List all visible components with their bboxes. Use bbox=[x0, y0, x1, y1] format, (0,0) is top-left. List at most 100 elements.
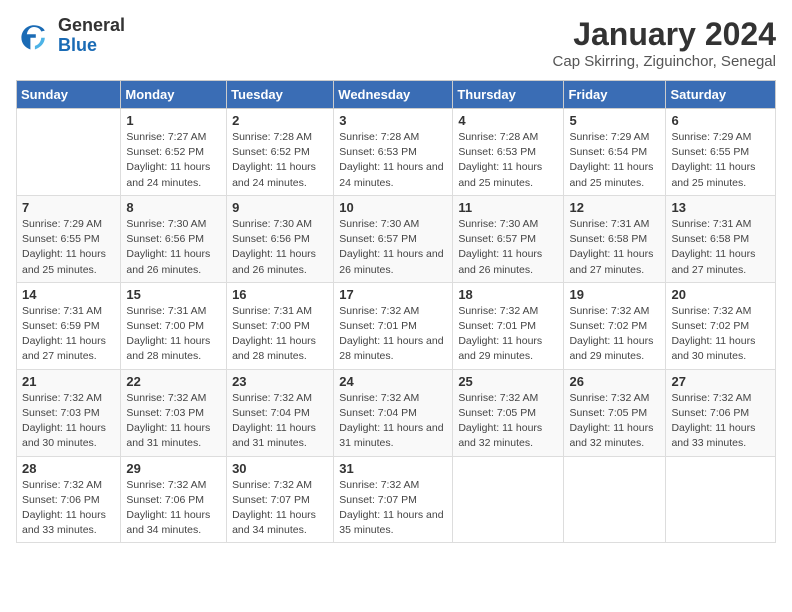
day-detail: Sunrise: 7:32 AM Sunset: 7:06 PM Dayligh… bbox=[22, 478, 115, 539]
day-detail: Sunrise: 7:32 AM Sunset: 7:05 PM Dayligh… bbox=[569, 391, 660, 452]
calendar-cell: 7 Sunrise: 7:29 AM Sunset: 6:55 PM Daylig… bbox=[17, 195, 121, 282]
day-detail: Sunrise: 7:28 AM Sunset: 6:53 PM Dayligh… bbox=[458, 130, 558, 191]
header-wednesday: Wednesday bbox=[334, 81, 453, 109]
logo-blue: Blue bbox=[58, 36, 125, 56]
calendar-cell: 9 Sunrise: 7:30 AM Sunset: 6:56 PM Daylig… bbox=[227, 195, 334, 282]
day-number: 2 bbox=[232, 113, 328, 128]
calendar-cell: 30Sunrise: 7:32 AM Sunset: 7:07 PM Dayli… bbox=[227, 456, 334, 543]
day-number: 14 bbox=[22, 287, 115, 302]
day-detail: Sunrise: 7:30 AM Sunset: 6:57 PM Dayligh… bbox=[339, 217, 447, 278]
day-number: 29 bbox=[126, 461, 221, 476]
calendar-week-row: 7 Sunrise: 7:29 AM Sunset: 6:55 PM Daylig… bbox=[17, 195, 776, 282]
page-title: January 2024 bbox=[553, 16, 776, 53]
header-thursday: Thursday bbox=[453, 81, 564, 109]
day-detail: Sunrise: 7:32 AM Sunset: 7:04 PM Dayligh… bbox=[339, 391, 447, 452]
day-detail: Sunrise: 7:32 AM Sunset: 7:02 PM Dayligh… bbox=[569, 304, 660, 365]
calendar-cell: 14 Sunrise: 7:31 AM Sunset: 6:59 PM Dayli… bbox=[17, 282, 121, 369]
page-subtitle: Cap Skirring, Ziguinchor, Senegal bbox=[553, 53, 776, 70]
day-number: 13 bbox=[671, 200, 770, 215]
day-detail: Sunrise: 7:32 AM Sunset: 7:03 PM Dayligh… bbox=[126, 391, 221, 452]
header-friday: Friday bbox=[564, 81, 666, 109]
calendar-cell bbox=[666, 456, 776, 543]
calendar-cell: 20Sunrise: 7:32 AM Sunset: 7:02 PM Dayli… bbox=[666, 282, 776, 369]
day-detail: Sunrise: 7:29 AM Sunset: 6:55 PM Dayligh… bbox=[22, 217, 115, 278]
calendar-cell: 8Sunrise: 7:30 AM Sunset: 6:56 PM Daylig… bbox=[121, 195, 227, 282]
day-detail: Sunrise: 7:31 AM Sunset: 7:00 PM Dayligh… bbox=[232, 304, 328, 365]
calendar-cell: 16 Sunrise: 7:31 AM Sunset: 7:00 PM Dayli… bbox=[227, 282, 334, 369]
day-detail: Sunrise: 7:31 AM Sunset: 6:58 PM Dayligh… bbox=[671, 217, 770, 278]
calendar-week-row: 1 Sunrise: 7:27 AM Sunset: 6:52 PM Daylig… bbox=[17, 109, 776, 196]
header-sunday: Sunday bbox=[17, 81, 121, 109]
calendar-cell bbox=[453, 456, 564, 543]
day-detail: Sunrise: 7:32 AM Sunset: 7:04 PM Dayligh… bbox=[232, 391, 328, 452]
day-number: 1 bbox=[126, 113, 221, 128]
day-number: 22 bbox=[126, 374, 221, 389]
calendar-cell: 29Sunrise: 7:32 AM Sunset: 7:06 PM Dayli… bbox=[121, 456, 227, 543]
day-detail: Sunrise: 7:31 AM Sunset: 6:59 PM Dayligh… bbox=[22, 304, 115, 365]
header-tuesday: Tuesday bbox=[227, 81, 334, 109]
header-monday: Monday bbox=[121, 81, 227, 109]
calendar-cell: 1 Sunrise: 7:27 AM Sunset: 6:52 PM Daylig… bbox=[121, 109, 227, 196]
calendar-cell: 31 Sunrise: 7:32 AM Sunset: 7:07 PM Dayli… bbox=[334, 456, 453, 543]
day-detail: Sunrise: 7:32 AM Sunset: 7:01 PM Dayligh… bbox=[339, 304, 447, 365]
calendar-cell: 5Sunrise: 7:29 AM Sunset: 6:54 PM Daylig… bbox=[564, 109, 666, 196]
day-number: 27 bbox=[671, 374, 770, 389]
day-number: 15 bbox=[126, 287, 221, 302]
calendar-week-row: 14 Sunrise: 7:31 AM Sunset: 6:59 PM Dayli… bbox=[17, 282, 776, 369]
calendar-cell bbox=[564, 456, 666, 543]
calendar-cell: 19Sunrise: 7:32 AM Sunset: 7:02 PM Dayli… bbox=[564, 282, 666, 369]
calendar-cell: 17 Sunrise: 7:32 AM Sunset: 7:01 PM Dayli… bbox=[334, 282, 453, 369]
day-number: 4 bbox=[458, 113, 558, 128]
calendar-cell: 11Sunrise: 7:30 AM Sunset: 6:57 PM Dayli… bbox=[453, 195, 564, 282]
header-saturday: Saturday bbox=[666, 81, 776, 109]
day-number: 16 bbox=[232, 287, 328, 302]
day-number: 10 bbox=[339, 200, 447, 215]
day-number: 28 bbox=[22, 461, 115, 476]
day-detail: Sunrise: 7:28 AM Sunset: 6:52 PM Dayligh… bbox=[232, 130, 328, 191]
calendar-cell: 26Sunrise: 7:32 AM Sunset: 7:05 PM Dayli… bbox=[564, 369, 666, 456]
day-detail: Sunrise: 7:31 AM Sunset: 6:58 PM Dayligh… bbox=[569, 217, 660, 278]
calendar-cell: 25 Sunrise: 7:32 AM Sunset: 7:05 PM Dayli… bbox=[453, 369, 564, 456]
day-detail: Sunrise: 7:32 AM Sunset: 7:06 PM Dayligh… bbox=[671, 391, 770, 452]
calendar-cell: 13 Sunrise: 7:31 AM Sunset: 6:58 PM Dayli… bbox=[666, 195, 776, 282]
calendar-cell: 22 Sunrise: 7:32 AM Sunset: 7:03 PM Dayli… bbox=[121, 369, 227, 456]
day-detail: Sunrise: 7:28 AM Sunset: 6:53 PM Dayligh… bbox=[339, 130, 447, 191]
calendar-cell: 12Sunrise: 7:31 AM Sunset: 6:58 PM Dayli… bbox=[564, 195, 666, 282]
calendar-cell: 10 Sunrise: 7:30 AM Sunset: 6:57 PM Dayli… bbox=[334, 195, 453, 282]
day-number: 17 bbox=[339, 287, 447, 302]
calendar-cell: 15 Sunrise: 7:31 AM Sunset: 7:00 PM Dayli… bbox=[121, 282, 227, 369]
calendar-cell: 27 Sunrise: 7:32 AM Sunset: 7:06 PM Dayli… bbox=[666, 369, 776, 456]
calendar-table: SundayMondayTuesdayWednesdayThursdayFrid… bbox=[16, 80, 776, 543]
day-detail: Sunrise: 7:32 AM Sunset: 7:01 PM Dayligh… bbox=[458, 304, 558, 365]
day-number: 9 bbox=[232, 200, 328, 215]
calendar-cell: 28 Sunrise: 7:32 AM Sunset: 7:06 PM Dayli… bbox=[17, 456, 121, 543]
day-detail: Sunrise: 7:30 AM Sunset: 6:56 PM Dayligh… bbox=[232, 217, 328, 278]
calendar-cell: 23 Sunrise: 7:32 AM Sunset: 7:04 PM Dayli… bbox=[227, 369, 334, 456]
day-number: 30 bbox=[232, 461, 328, 476]
day-number: 7 bbox=[22, 200, 115, 215]
logo: General Blue bbox=[16, 16, 125, 56]
title-block: January 2024 Cap Skirring, Ziguinchor, S… bbox=[553, 16, 776, 70]
day-detail: Sunrise: 7:32 AM Sunset: 7:03 PM Dayligh… bbox=[22, 391, 115, 452]
day-detail: Sunrise: 7:32 AM Sunset: 7:07 PM Dayligh… bbox=[339, 478, 447, 539]
calendar-cell bbox=[17, 109, 121, 196]
calendar-week-row: 28 Sunrise: 7:32 AM Sunset: 7:06 PM Dayli… bbox=[17, 456, 776, 543]
day-detail: Sunrise: 7:32 AM Sunset: 7:05 PM Dayligh… bbox=[458, 391, 558, 452]
day-number: 21 bbox=[22, 374, 115, 389]
logo-general: General bbox=[58, 16, 125, 36]
day-number: 23 bbox=[232, 374, 328, 389]
day-detail: Sunrise: 7:27 AM Sunset: 6:52 PM Dayligh… bbox=[126, 130, 221, 191]
day-number: 25 bbox=[458, 374, 558, 389]
day-detail: Sunrise: 7:31 AM Sunset: 7:00 PM Dayligh… bbox=[126, 304, 221, 365]
day-number: 5 bbox=[569, 113, 660, 128]
calendar-cell: 6Sunrise: 7:29 AM Sunset: 6:55 PM Daylig… bbox=[666, 109, 776, 196]
day-number: 24 bbox=[339, 374, 447, 389]
calendar-cell: 3Sunrise: 7:28 AM Sunset: 6:53 PM Daylig… bbox=[334, 109, 453, 196]
logo-text: General Blue bbox=[58, 16, 125, 56]
day-number: 8 bbox=[126, 200, 221, 215]
calendar-cell: 2 Sunrise: 7:28 AM Sunset: 6:52 PM Daylig… bbox=[227, 109, 334, 196]
day-number: 18 bbox=[458, 287, 558, 302]
calendar-cell: 18 Sunrise: 7:32 AM Sunset: 7:01 PM Dayli… bbox=[453, 282, 564, 369]
day-number: 31 bbox=[339, 461, 447, 476]
day-detail: Sunrise: 7:29 AM Sunset: 6:55 PM Dayligh… bbox=[671, 130, 770, 191]
